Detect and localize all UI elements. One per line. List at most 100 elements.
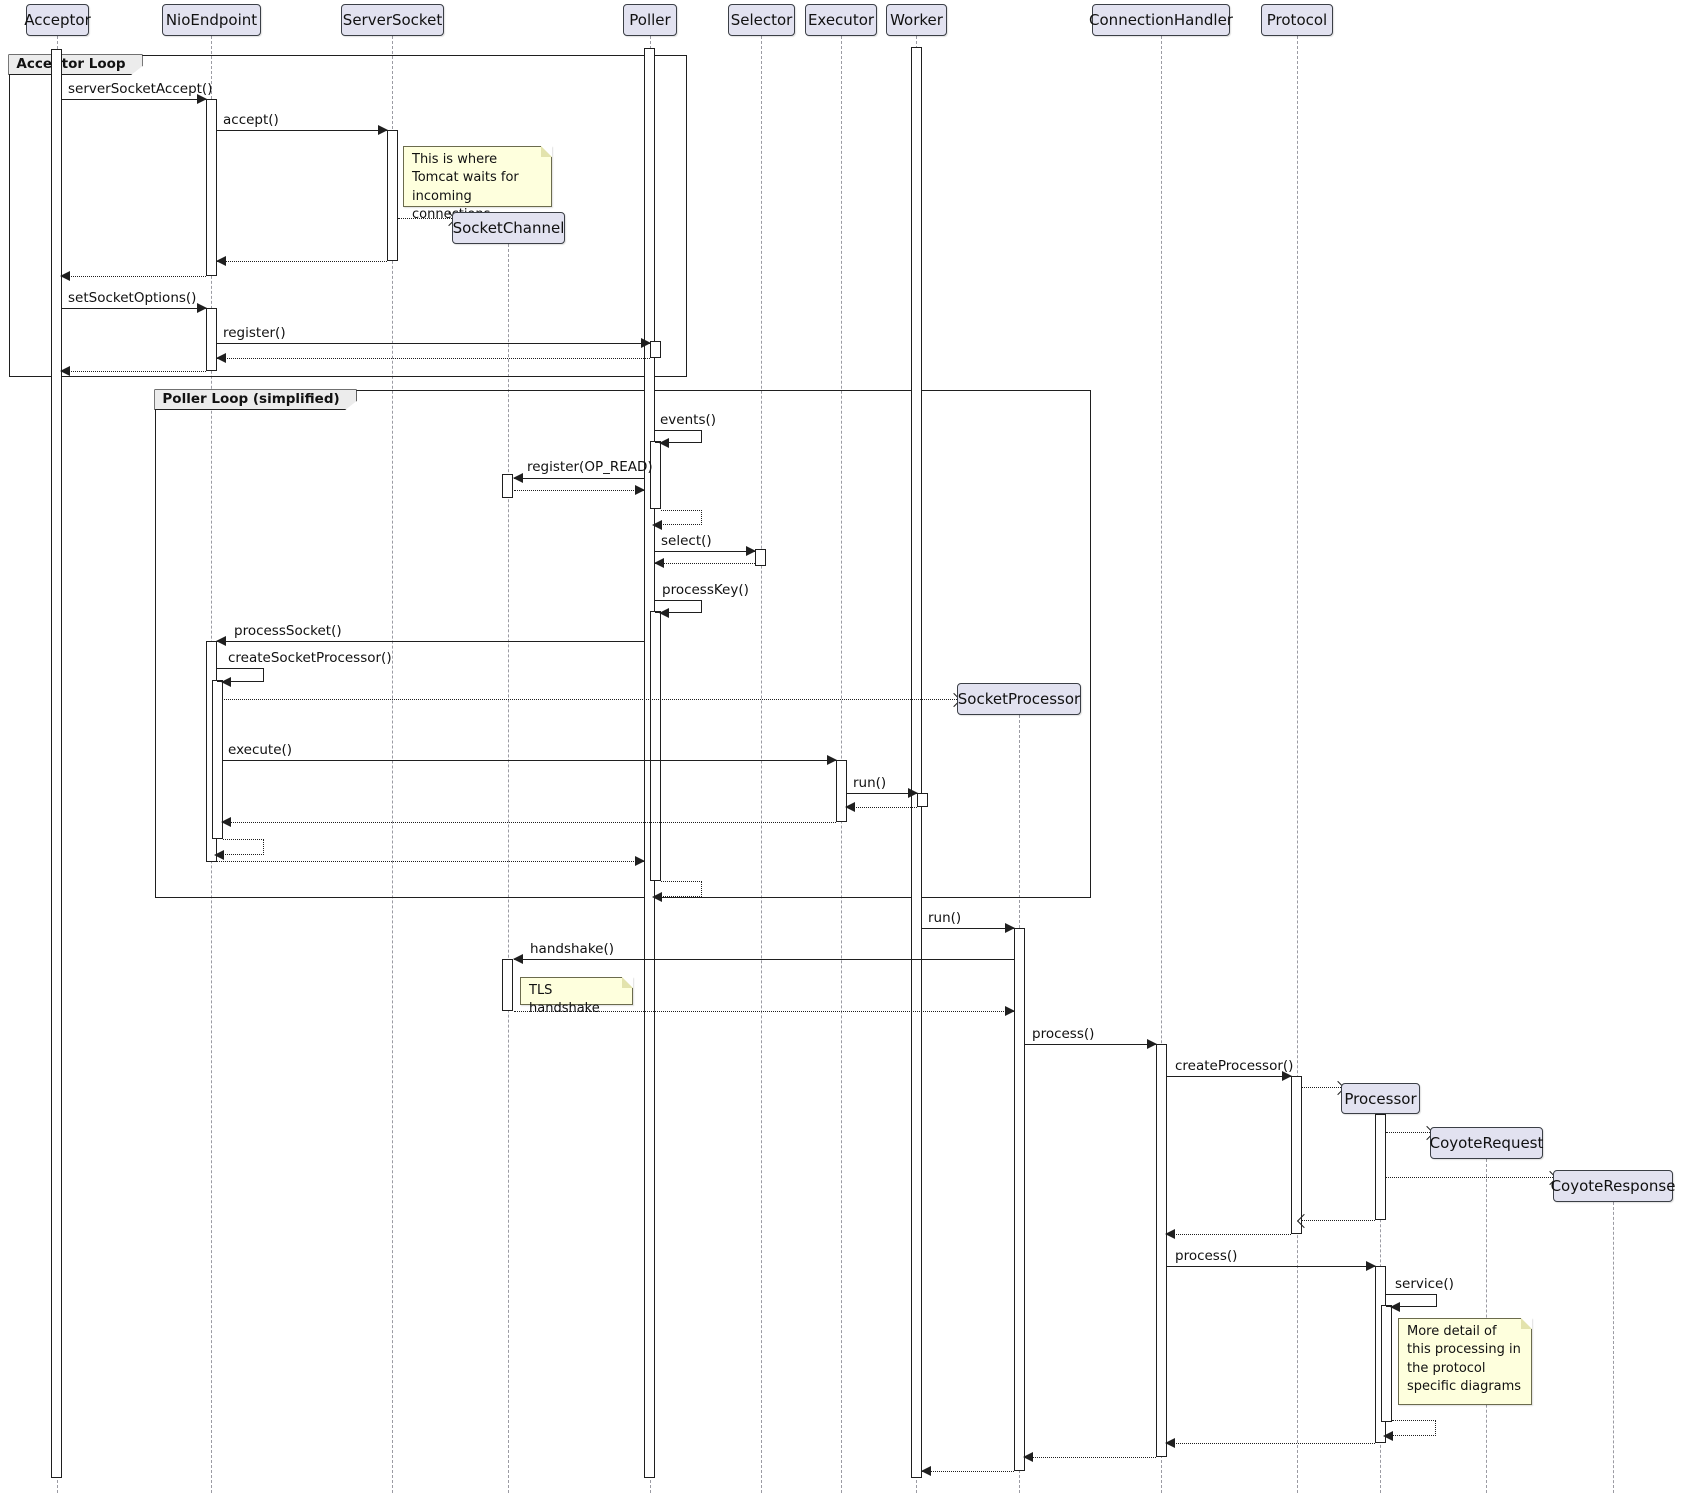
message-run-socketprocessor <box>922 928 1014 929</box>
return-worker-executor <box>846 807 917 808</box>
arrowhead <box>659 438 669 448</box>
arrowhead <box>654 558 664 568</box>
note-tls-handshake: TLS handshake <box>520 977 633 1005</box>
arrowhead <box>641 338 651 348</box>
return-socketchannel-poller <box>514 490 644 491</box>
return-connectionhandler-socketprocessor <box>1024 1457 1156 1458</box>
message-process-processor <box>1166 1266 1375 1267</box>
participant-worker: Worker <box>886 4 947 36</box>
lifeline-coyoteresponse <box>1613 1202 1614 1493</box>
arrowhead <box>1147 1039 1157 1049</box>
participant-coyoteresponse: CoyoteResponse <box>1553 1170 1673 1202</box>
arrowhead <box>513 473 523 483</box>
arrowhead <box>1165 1438 1175 1448</box>
message-run-worker-label: run() <box>853 775 886 791</box>
activation-executor <box>836 760 847 822</box>
message-run-worker <box>846 793 917 794</box>
return-processor-protocol <box>1301 1220 1375 1221</box>
message-setsocketoptions <box>61 308 206 309</box>
message-select <box>655 551 755 552</box>
arrowhead <box>1005 923 1015 933</box>
self-return-nioendpoint <box>223 839 264 855</box>
participant-socketchannel: SocketChannel <box>452 212 565 244</box>
message-events-self <box>655 430 702 443</box>
activation-worker-main <box>911 47 922 1478</box>
activation-connectionhandler <box>1156 1044 1167 1457</box>
arrowhead <box>221 677 231 687</box>
activation-socketchannel-handshake <box>502 959 513 1011</box>
participant-processor: Processor <box>1341 1083 1420 1114</box>
return-serversocket-nioendpoint <box>217 261 387 262</box>
message-processsocket <box>217 641 644 642</box>
activation-poller-events <box>650 441 661 509</box>
participant-nioendpoint: NioEndpoint <box>162 4 261 36</box>
note-tls-handshake-text: TLS handshake <box>529 983 600 1016</box>
message-processkey-self <box>655 600 702 613</box>
return-socketprocessor-worker <box>922 1471 1014 1472</box>
self-return-poller-processkey <box>661 881 702 897</box>
return-selector-poller <box>655 563 755 564</box>
arrowhead <box>1023 1452 1033 1462</box>
arrowhead <box>652 892 662 902</box>
return-nioendpoint-poller <box>217 861 644 862</box>
self-return-processor-service <box>1392 1420 1436 1436</box>
message-register-opread-label: register(OP_READ) <box>527 459 653 475</box>
arrowhead <box>378 125 388 135</box>
message-createprocessor <box>1166 1076 1291 1077</box>
message-accept <box>217 130 387 131</box>
arrowhead <box>845 802 855 812</box>
participant-executor: Executor <box>805 4 877 36</box>
return-protocol-connectionhandler <box>1166 1234 1291 1235</box>
message-serversocketaccept-label: serverSocketAccept() <box>68 81 212 97</box>
activation-processor-service <box>1381 1305 1392 1422</box>
message-run-socketprocessor-label: run() <box>928 910 961 926</box>
message-processsocket-label: processSocket() <box>234 623 342 639</box>
note-more-detail-text: More detail of this processing in the pr… <box>1407 1324 1521 1394</box>
frame-poller-loop-label: Poller Loop (simplified) <box>154 389 356 410</box>
arrowhead <box>827 755 837 765</box>
message-events-label: events() <box>660 412 716 428</box>
message-processkey-label: processKey() <box>662 582 749 598</box>
arrowhead <box>513 954 523 964</box>
message-serversocketaccept <box>61 99 206 100</box>
message-execute <box>222 760 836 761</box>
frame-acceptor-loop-label: Acceptor Loop <box>8 54 142 75</box>
arrowhead <box>746 546 756 556</box>
participant-connectionhandler: ConnectionHandler <box>1092 4 1230 36</box>
arrowhead <box>921 1466 931 1476</box>
note-tomcat-waits: This is where Tomcat waits for incoming … <box>403 146 552 207</box>
arrowhead <box>216 256 226 266</box>
return-processor-connectionhandler <box>1166 1443 1375 1444</box>
message-execute-label: execute() <box>228 742 292 758</box>
message-handshake-label: handshake() <box>530 941 614 957</box>
activation-acceptor <box>51 49 62 1478</box>
arrowhead <box>652 520 662 530</box>
message-select-label: select() <box>661 533 712 549</box>
arrowhead <box>214 850 224 860</box>
message-process-ch-label: process() <box>1032 1026 1094 1042</box>
return-nioendpoint-acceptor-1 <box>61 276 206 277</box>
message-createprocessor-label: createProcessor() <box>1175 1058 1293 1074</box>
return-executor-nioendpoint <box>222 822 836 823</box>
arrowhead <box>659 608 669 618</box>
participant-poller: Poller <box>623 4 677 36</box>
participant-coyoterequest: CoyoteRequest <box>1430 1127 1543 1159</box>
activation-selector <box>755 549 766 566</box>
frame-acceptor-loop: Acceptor Loop <box>9 55 687 377</box>
arrowhead <box>221 817 231 827</box>
arrowhead <box>60 271 70 281</box>
arrowhead <box>635 485 645 495</box>
message-register-label: register() <box>223 325 286 341</box>
activation-processor-create <box>1375 1114 1386 1220</box>
create-processor <box>1301 1087 1341 1088</box>
message-register <box>217 343 650 344</box>
message-setsocketoptions-label: setSocketOptions() <box>68 290 196 306</box>
create-socketprocessor <box>222 699 957 700</box>
create-coyoteresponse <box>1386 1177 1553 1178</box>
activation-serversocket <box>387 130 398 261</box>
message-process-ch <box>1024 1044 1156 1045</box>
arrowhead <box>1366 1261 1376 1271</box>
arrowhead <box>1165 1229 1175 1239</box>
activation-poller-processkey <box>650 611 661 881</box>
participant-selector: Selector <box>728 4 795 36</box>
